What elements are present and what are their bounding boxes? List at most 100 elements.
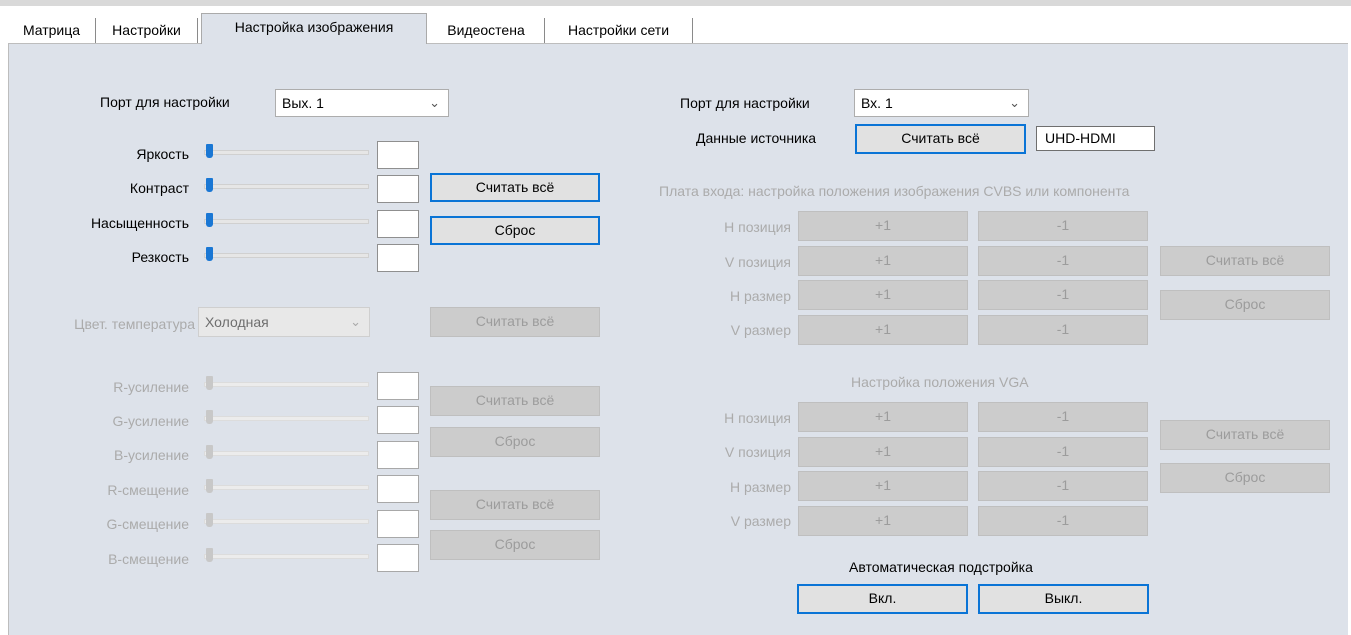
g-gain-slider[interactable]: [204, 409, 369, 429]
g-offset-value-box[interactable]: [377, 510, 419, 538]
slider-thumb[interactable]: [206, 513, 213, 527]
slider-thumb[interactable]: [206, 548, 213, 562]
sharpness-slider[interactable]: [204, 246, 369, 266]
tab-image-settings[interactable]: Настройка изображения: [201, 13, 427, 44]
left-port-label: Порт для настройки: [100, 94, 230, 110]
cvbs-h-size-label: H размер: [729, 288, 791, 304]
slider-thumb[interactable]: [206, 178, 213, 192]
tab-network-settings[interactable]: Настройки сети: [545, 18, 693, 43]
tab-matrix[interactable]: Матрица: [8, 18, 96, 43]
vga-read-all-button[interactable]: Считать всё: [1160, 420, 1330, 450]
contrast-label: Контраст: [129, 180, 189, 196]
brightness-label: Яркость: [136, 146, 189, 162]
b-gain-value-box[interactable]: [377, 441, 419, 469]
saturation-value-box[interactable]: [377, 210, 419, 238]
chevron-down-icon: ⌄: [429, 95, 440, 110]
contrast-slider[interactable]: [204, 177, 369, 197]
cvbs-h-position-plus-button[interactable]: +1: [798, 211, 968, 241]
chevron-down-icon: ⌄: [1009, 95, 1020, 110]
right-port-select[interactable]: Вх. 1 ⌄: [854, 89, 1029, 117]
cvbs-h-position-label: H позиция: [724, 219, 791, 235]
g-offset-label: G-смещение: [106, 516, 189, 532]
cvbs-h-size-minus-button[interactable]: -1: [978, 280, 1148, 310]
cvbs-h-position-minus-button[interactable]: -1: [978, 211, 1148, 241]
r-offset-label: R-смещение: [107, 482, 189, 498]
read-all-button[interactable]: Считать всё: [430, 173, 600, 202]
reset-button[interactable]: Сброс: [430, 216, 600, 245]
vga-v-size-label: V размер: [730, 513, 791, 529]
b-gain-label: B-усиление: [114, 447, 189, 463]
slider-thumb[interactable]: [206, 445, 213, 459]
r-offset-value-box[interactable]: [377, 475, 419, 503]
r-gain-slider[interactable]: [204, 375, 369, 395]
b-gain-slider[interactable]: [204, 444, 369, 464]
b-offset-value-box[interactable]: [377, 544, 419, 572]
image-settings-panel: Порт для настройки Вых. 1 ⌄ Яркость Конт…: [8, 43, 1348, 635]
auto-adjust-title: Автоматическая подстройка: [849, 559, 1033, 575]
tab-settings[interactable]: Настройки: [96, 18, 198, 43]
source-data-label: Данные источника: [696, 130, 817, 146]
slider-thumb[interactable]: [206, 213, 213, 227]
offset-reset-button[interactable]: Сброс: [430, 530, 600, 560]
saturation-slider[interactable]: [204, 212, 369, 232]
right-port-label: Порт для настройки: [680, 95, 810, 111]
r-gain-label: R-усиление: [113, 379, 189, 395]
vga-v-position-minus-button[interactable]: -1: [978, 437, 1148, 467]
vga-h-size-minus-button[interactable]: -1: [978, 471, 1148, 501]
chevron-down-icon: ⌄: [350, 314, 361, 329]
cvbs-v-position-label: V позиция: [724, 254, 791, 270]
vga-reset-button[interactable]: Сброс: [1160, 463, 1330, 493]
saturation-label: Насыщенность: [90, 215, 189, 231]
color-temp-read-button[interactable]: Считать всё: [430, 307, 600, 337]
gain-read-all-button[interactable]: Считать всё: [430, 386, 600, 416]
cvbs-v-size-label: V размер: [730, 322, 791, 338]
slider-thumb[interactable]: [206, 479, 213, 493]
right-port-value: Вх. 1: [861, 95, 893, 111]
b-offset-slider[interactable]: [204, 547, 369, 567]
vga-h-size-plus-button[interactable]: +1: [798, 471, 968, 501]
cvbs-v-position-minus-button[interactable]: -1: [978, 246, 1148, 276]
auto-on-button[interactable]: Вкл.: [797, 584, 968, 614]
cvbs-v-size-plus-button[interactable]: +1: [798, 315, 968, 345]
sharpness-value-box[interactable]: [377, 244, 419, 272]
slider-thumb[interactable]: [206, 247, 213, 261]
vga-v-position-plus-button[interactable]: +1: [798, 437, 968, 467]
g-offset-slider[interactable]: [204, 512, 369, 532]
cvbs-v-position-plus-button[interactable]: +1: [798, 246, 968, 276]
offset-read-all-button[interactable]: Считать всё: [430, 490, 600, 520]
source-read-all-button[interactable]: Считать всё: [855, 124, 1026, 154]
g-gain-label: G-усиление: [112, 413, 189, 429]
vga-v-size-plus-button[interactable]: +1: [798, 506, 968, 536]
slider-thumb[interactable]: [206, 144, 213, 158]
color-temp-value: Холодная: [205, 314, 269, 330]
vga-h-position-label: H позиция: [724, 410, 791, 426]
gain-reset-button[interactable]: Сброс: [430, 427, 600, 457]
r-offset-slider[interactable]: [204, 478, 369, 498]
cvbs-read-all-button[interactable]: Считать всё: [1160, 246, 1330, 276]
auto-off-button[interactable]: Выкл.: [978, 584, 1149, 614]
left-port-value: Вых. 1: [282, 95, 324, 111]
r-gain-value-box[interactable]: [377, 372, 419, 400]
vga-section-title: Настройка положения VGA: [851, 374, 1029, 390]
vga-h-position-plus-button[interactable]: +1: [798, 402, 968, 432]
slider-thumb[interactable]: [206, 410, 213, 424]
contrast-value-box[interactable]: [377, 175, 419, 203]
brightness-value-box[interactable]: [377, 141, 419, 169]
vga-h-size-label: H размер: [729, 479, 791, 495]
tab-videowall[interactable]: Видеостена: [428, 18, 545, 43]
vga-h-position-minus-button[interactable]: -1: [978, 402, 1148, 432]
cvbs-v-size-minus-button[interactable]: -1: [978, 315, 1148, 345]
brightness-slider[interactable]: [204, 143, 369, 163]
color-temp-label: Цвет. температура: [74, 316, 195, 332]
cvbs-h-size-plus-button[interactable]: +1: [798, 280, 968, 310]
b-offset-label: B-смещение: [108, 551, 189, 567]
g-gain-value-box[interactable]: [377, 406, 419, 434]
cvbs-reset-button[interactable]: Сброс: [1160, 290, 1330, 320]
color-temp-select[interactable]: Холодная ⌄: [198, 307, 370, 337]
sharpness-label: Резкость: [131, 249, 189, 265]
top-border: [0, 0, 1351, 6]
vga-v-position-label: V позиция: [724, 444, 791, 460]
vga-v-size-minus-button[interactable]: -1: [978, 506, 1148, 536]
left-port-select[interactable]: Вых. 1 ⌄: [275, 89, 449, 117]
slider-thumb[interactable]: [206, 376, 213, 390]
